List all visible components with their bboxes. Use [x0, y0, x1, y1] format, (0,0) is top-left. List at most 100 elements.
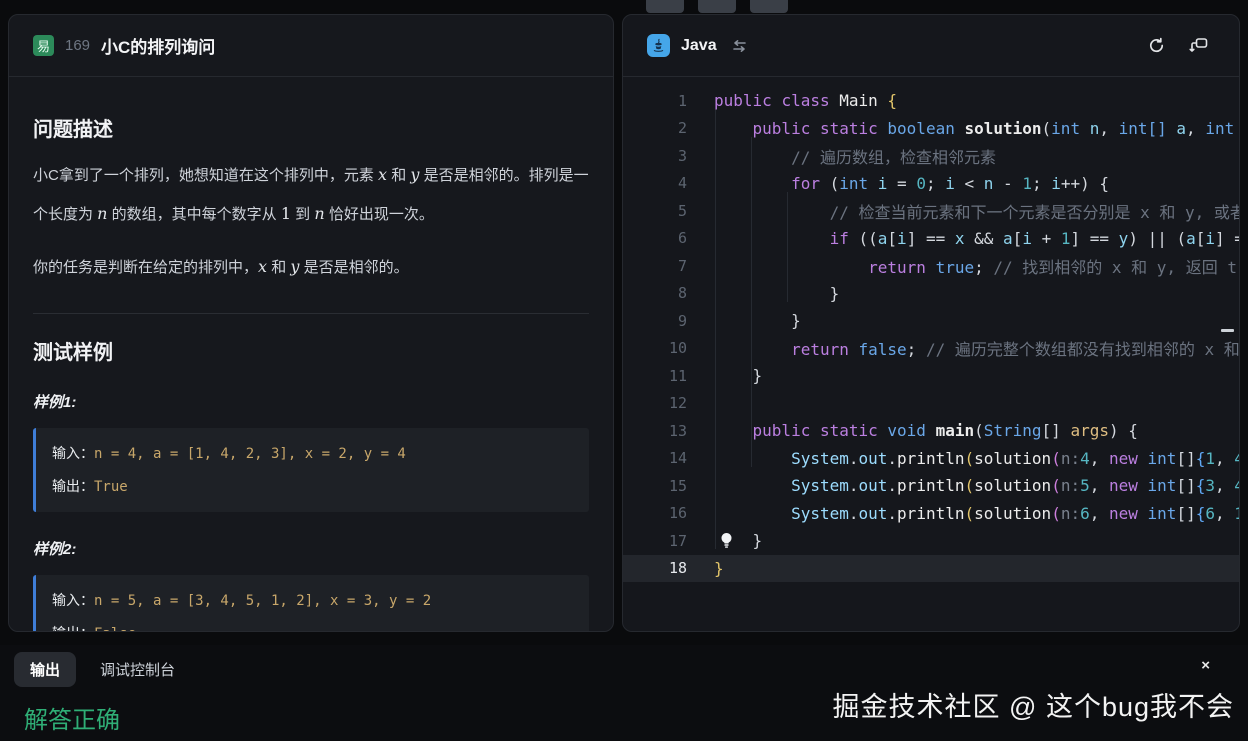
code-line[interactable]: 8 }: [623, 280, 1239, 308]
code-line[interactable]: 10 return false; // 遍历完整个数组都没有找到相邻的 x 和 …: [623, 335, 1239, 363]
editor-header: Java: [623, 15, 1239, 77]
io-label: 输入：: [52, 445, 94, 461]
description-text: 是否是相邻的。: [299, 259, 408, 276]
code-text: return false; // 遍历完整个数组都没有找到相邻的 x 和 y: [714, 336, 1240, 360]
line-number[interactable]: 12: [623, 394, 687, 412]
code-line[interactable]: 4 for (int i = 0; i < n - 1; i++) {: [623, 170, 1239, 198]
sample-row: 输入：n = 4, a = [1, 4, 2, 3], x = 2, y = 4: [52, 437, 573, 470]
description-text: 和: [267, 259, 290, 276]
line-number[interactable]: 1: [623, 92, 687, 110]
code-text: // 检查当前元素和下一个元素是否分别是 x 和 y, 或者分别是 y 和 x: [714, 199, 1240, 223]
java-logo-icon: [647, 34, 670, 57]
sample-label: 样例1:: [33, 391, 589, 412]
code-text: public static boolean solution(int n, in…: [714, 119, 1240, 138]
line-number[interactable]: 4: [623, 174, 687, 192]
io-label: 输出：: [52, 478, 94, 494]
code-line[interactable]: 15 System.out.println(solution(n:5, new …: [623, 472, 1239, 500]
problem-header: 易 169 小C的排列询问: [9, 15, 613, 77]
tab-output[interactable]: 输出: [14, 652, 76, 687]
io-value: False: [94, 626, 136, 632]
top-mini-tab-3[interactable]: [750, 0, 788, 13]
description-text: 和: [387, 167, 410, 184]
watermark: 掘金技术社区 @ 这个bug我不会: [833, 685, 1234, 724]
line-number[interactable]: 13: [623, 422, 687, 440]
format-code-icon[interactable]: [1189, 36, 1209, 55]
line-number[interactable]: 7: [623, 257, 687, 275]
math-symbol: n: [97, 204, 107, 223]
sample-row: 输入：n = 5, a = [3, 4, 5, 1, 2], x = 3, y …: [52, 584, 573, 617]
code-text: public static void main(String[] args) {: [714, 421, 1138, 440]
code-text: public class Main {: [714, 91, 897, 110]
problem-panel: 易 169 小C的排列询问 问题描述 小C拿到了一个排列，她想知道在这个排列中，…: [8, 14, 614, 632]
description-text: 的数组，其中每个数字从: [107, 206, 280, 223]
refresh-icon[interactable]: [1147, 36, 1166, 55]
code-text: if ((a[i] == x && a[i + 1] == y) || (a[i…: [714, 229, 1240, 248]
line-number[interactable]: 15: [623, 477, 687, 495]
line-number[interactable]: 10: [623, 339, 687, 357]
problem-title: 小C的排列询问: [101, 33, 215, 58]
line-number[interactable]: 5: [623, 202, 687, 220]
code-line[interactable]: 17 }: [623, 527, 1239, 555]
code-line[interactable]: 1 public class Main {: [623, 87, 1239, 115]
swap-arrows-icon[interactable]: [731, 39, 748, 53]
problem-description: 小C拿到了一个排列，她想知道在这个排列中，元素 x 和 y 是否是相邻的。排列是…: [33, 156, 589, 287]
line-number[interactable]: 16: [623, 504, 687, 522]
code-line[interactable]: 13 public static void main(String[] args…: [623, 417, 1239, 445]
scrollbar-marker[interactable]: [1221, 329, 1234, 332]
description-text: 是否是相邻的。排: [419, 167, 543, 184]
code-line[interactable]: 14 System.out.println(solution(n:4, new …: [623, 445, 1239, 473]
code-text: }: [714, 559, 724, 578]
code-line[interactable]: 5 // 检查当前元素和下一个元素是否分别是 x 和 y, 或者分别是 y 和 …: [623, 197, 1239, 225]
code-editor-panel: Java: [622, 14, 1240, 632]
section-title-description: 问题描述: [33, 113, 589, 142]
code-line[interactable]: 2 public static boolean solution(int n, …: [623, 115, 1239, 143]
code-line[interactable]: 9 }: [623, 307, 1239, 335]
description-text: 到: [291, 206, 314, 223]
io-value: n = 4, a = [1, 4, 2, 3], x = 2, y = 4: [94, 446, 406, 462]
code-area[interactable]: 1 public class Main { 2 public static bool…: [623, 77, 1239, 582]
line-number[interactable]: 17: [623, 532, 687, 550]
line-number[interactable]: 9: [623, 312, 687, 330]
sample-row: 输出：True: [52, 470, 573, 503]
line-number[interactable]: 6: [623, 229, 687, 247]
line-number[interactable]: 8: [623, 284, 687, 302]
close-icon[interactable]: ×: [1201, 657, 1210, 674]
io-label: 输出：: [52, 625, 94, 632]
line-number[interactable]: 3: [623, 147, 687, 165]
lightbulb-icon[interactable]: [719, 532, 734, 554]
line-number[interactable]: 14: [623, 449, 687, 467]
divider: [33, 313, 589, 314]
code-lines: 1 public class Main { 2 public static bool…: [623, 87, 1239, 582]
problem-id: 169: [65, 37, 90, 54]
math-symbol: x: [258, 257, 267, 276]
code-line[interactable]: 6 if ((a[i] == x && a[i + 1] == y) || (a…: [623, 225, 1239, 253]
description-paragraph: 小C拿到了一个排列，她想知道在这个排列中，元素 x 和 y 是否是相邻的。排列是…: [33, 156, 589, 234]
code-line[interactable]: 16 System.out.println(solution(n:6, new …: [623, 500, 1239, 528]
io-value: True: [94, 479, 128, 495]
code-line[interactable]: 11 }: [623, 362, 1239, 390]
code-line[interactable]: 3 // 遍历数组，检查相邻元素: [623, 142, 1239, 170]
code-text: }: [714, 366, 762, 385]
code-text: }: [714, 311, 801, 330]
sample-row: 输出：False: [52, 617, 573, 632]
line-number[interactable]: 11: [623, 367, 687, 385]
description-text: 你的任务是判断在给定的排列中，: [33, 259, 258, 276]
io-value: n = 5, a = [3, 4, 5, 1, 2], x = 3, y = 2: [94, 593, 431, 609]
top-mini-tab-2[interactable]: [698, 0, 736, 13]
console-panel: 输出 调试控制台 × 解答正确 掘金技术社区 @ 这个bug我不会: [0, 645, 1248, 741]
sample-label: 样例2:: [33, 538, 589, 559]
line-number[interactable]: 18: [623, 559, 687, 577]
code-text: for (int i = 0; i < n - 1; i++) {: [714, 174, 1109, 193]
description-paragraph: 你的任务是判断在给定的排列中，x 和 y 是否是相邻的。: [33, 248, 589, 287]
code-text: }: [714, 284, 839, 303]
math-symbol: 1: [281, 204, 291, 223]
math-symbol: x: [378, 165, 387, 184]
section-title-samples: 测试样例: [33, 336, 589, 365]
top-mini-tab-1[interactable]: [646, 0, 684, 13]
code-line[interactable]: 7 return true; // 找到相邻的 x 和 y, 返回 true: [623, 252, 1239, 280]
code-text: // 遍历数组，检查相邻元素: [714, 144, 996, 168]
line-number[interactable]: 2: [623, 119, 687, 137]
tab-debug-console[interactable]: 调试控制台: [100, 659, 175, 680]
code-line[interactable]: 18}: [623, 555, 1239, 583]
code-line[interactable]: 12: [623, 390, 1239, 418]
